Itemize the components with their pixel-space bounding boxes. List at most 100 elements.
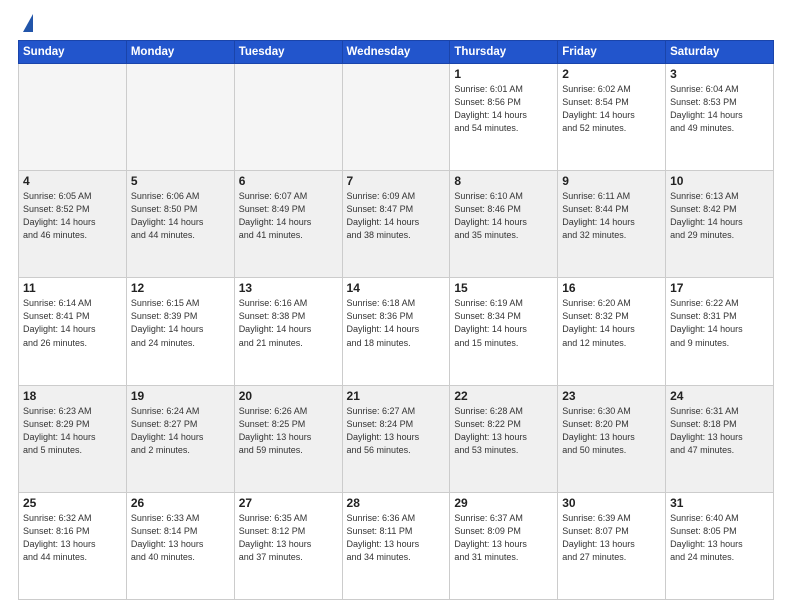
day-number: 4 xyxy=(23,174,122,188)
weekday-header-tuesday: Tuesday xyxy=(234,41,342,64)
calendar-week-5: 25Sunrise: 6:32 AM Sunset: 8:16 PM Dayli… xyxy=(19,492,774,599)
day-number: 26 xyxy=(131,496,230,510)
calendar-cell: 16 Sunrise: 6:20 AM Sunset: 8:32 PM Dayli… xyxy=(558,278,666,385)
calendar-cell xyxy=(126,64,234,171)
calendar-cell: 8 Sunrise: 6:10 AM Sunset: 8:46 PM Daylig… xyxy=(450,171,558,278)
logo xyxy=(18,16,33,32)
day-number: 14 xyxy=(347,281,446,295)
day-info: Sunrise: 6:07 AM Sunset: 8:49 PM Dayligh… xyxy=(239,190,338,242)
day-info: Sunrise: 6:35 AM Sunset: 8:12 PM Dayligh… xyxy=(239,512,338,564)
calendar-cell: 31Sunrise: 6:40 AM Sunset: 8:05 PM Dayli… xyxy=(666,492,774,599)
day-info: Sunrise: 6:18 AM Sunset: 8:36 PM Dayligh… xyxy=(347,297,446,349)
day-info: Sunrise: 6:23 AM Sunset: 8:29 PM Dayligh… xyxy=(23,405,122,457)
calendar-week-1: 1 Sunrise: 6:01 AM Sunset: 8:56 PM Daylig… xyxy=(19,64,774,171)
calendar-cell: 10 Sunrise: 6:13 AM Sunset: 8:42 PM Dayli… xyxy=(666,171,774,278)
day-info: Sunrise: 6:30 AM Sunset: 8:20 PM Dayligh… xyxy=(562,405,661,457)
calendar-cell: 28 Sunrise: 6:36 AM Sunset: 8:11 PM Dayli… xyxy=(342,492,450,599)
calendar-cell xyxy=(19,64,127,171)
day-info: Sunrise: 6:14 AM Sunset: 8:41 PM Dayligh… xyxy=(23,297,122,349)
day-info: Sunrise: 6:27 AM Sunset: 8:24 PM Dayligh… xyxy=(347,405,446,457)
page: SundayMondayTuesdayWednesdayThursdayFrid… xyxy=(0,0,792,612)
day-info: Sunrise: 6:11 AM Sunset: 8:44 PM Dayligh… xyxy=(562,190,661,242)
day-number: 8 xyxy=(454,174,553,188)
calendar-cell: 24 Sunrise: 6:31 AM Sunset: 8:18 PM Dayli… xyxy=(666,385,774,492)
calendar-cell: 12Sunrise: 6:15 AM Sunset: 8:39 PM Dayli… xyxy=(126,278,234,385)
day-number: 20 xyxy=(239,389,338,403)
day-number: 23 xyxy=(562,389,661,403)
day-number: 7 xyxy=(347,174,446,188)
calendar-header-row: SundayMondayTuesdayWednesdayThursdayFrid… xyxy=(19,41,774,64)
day-info: Sunrise: 6:04 AM Sunset: 8:53 PM Dayligh… xyxy=(670,83,769,135)
calendar-table: SundayMondayTuesdayWednesdayThursdayFrid… xyxy=(18,40,774,600)
day-info: Sunrise: 6:01 AM Sunset: 8:56 PM Dayligh… xyxy=(454,83,553,135)
day-number: 17 xyxy=(670,281,769,295)
calendar-cell: 11Sunrise: 6:14 AM Sunset: 8:41 PM Dayli… xyxy=(19,278,127,385)
calendar-cell: 26 Sunrise: 6:33 AM Sunset: 8:14 PM Dayli… xyxy=(126,492,234,599)
day-info: Sunrise: 6:40 AM Sunset: 8:05 PM Dayligh… xyxy=(670,512,769,564)
day-info: Sunrise: 6:16 AM Sunset: 8:38 PM Dayligh… xyxy=(239,297,338,349)
day-number: 27 xyxy=(239,496,338,510)
logo-triangle-icon xyxy=(23,14,33,32)
weekday-header-saturday: Saturday xyxy=(666,41,774,64)
header xyxy=(18,16,774,32)
calendar-cell: 15 Sunrise: 6:19 AM Sunset: 8:34 PM Dayli… xyxy=(450,278,558,385)
day-number: 15 xyxy=(454,281,553,295)
day-number: 28 xyxy=(347,496,446,510)
calendar-week-3: 11Sunrise: 6:14 AM Sunset: 8:41 PM Dayli… xyxy=(19,278,774,385)
day-number: 13 xyxy=(239,281,338,295)
day-info: Sunrise: 6:26 AM Sunset: 8:25 PM Dayligh… xyxy=(239,405,338,457)
day-number: 18 xyxy=(23,389,122,403)
calendar-cell: 3Sunrise: 6:04 AM Sunset: 8:53 PM Daylig… xyxy=(666,64,774,171)
day-number: 25 xyxy=(23,496,122,510)
calendar-cell: 30Sunrise: 6:39 AM Sunset: 8:07 PM Dayli… xyxy=(558,492,666,599)
day-info: Sunrise: 6:36 AM Sunset: 8:11 PM Dayligh… xyxy=(347,512,446,564)
day-number: 1 xyxy=(454,67,553,81)
day-info: Sunrise: 6:20 AM Sunset: 8:32 PM Dayligh… xyxy=(562,297,661,349)
day-info: Sunrise: 6:19 AM Sunset: 8:34 PM Dayligh… xyxy=(454,297,553,349)
calendar-cell: 5Sunrise: 6:06 AM Sunset: 8:50 PM Daylig… xyxy=(126,171,234,278)
weekday-header-wednesday: Wednesday xyxy=(342,41,450,64)
calendar-cell xyxy=(342,64,450,171)
calendar-cell: 20 Sunrise: 6:26 AM Sunset: 8:25 PM Dayli… xyxy=(234,385,342,492)
day-info: Sunrise: 6:39 AM Sunset: 8:07 PM Dayligh… xyxy=(562,512,661,564)
day-info: Sunrise: 6:05 AM Sunset: 8:52 PM Dayligh… xyxy=(23,190,122,242)
calendar-cell: 25Sunrise: 6:32 AM Sunset: 8:16 PM Dayli… xyxy=(19,492,127,599)
calendar-cell: 13 Sunrise: 6:16 AM Sunset: 8:38 PM Dayli… xyxy=(234,278,342,385)
day-info: Sunrise: 6:13 AM Sunset: 8:42 PM Dayligh… xyxy=(670,190,769,242)
calendar-cell: 6 Sunrise: 6:07 AM Sunset: 8:49 PM Daylig… xyxy=(234,171,342,278)
day-info: Sunrise: 6:37 AM Sunset: 8:09 PM Dayligh… xyxy=(454,512,553,564)
calendar-cell: 9 Sunrise: 6:11 AM Sunset: 8:44 PM Daylig… xyxy=(558,171,666,278)
calendar-week-2: 4 Sunrise: 6:05 AM Sunset: 8:52 PM Daylig… xyxy=(19,171,774,278)
day-info: Sunrise: 6:33 AM Sunset: 8:14 PM Dayligh… xyxy=(131,512,230,564)
calendar-cell: 7 Sunrise: 6:09 AM Sunset: 8:47 PM Daylig… xyxy=(342,171,450,278)
calendar-cell: 23 Sunrise: 6:30 AM Sunset: 8:20 PM Dayli… xyxy=(558,385,666,492)
calendar-cell: 29Sunrise: 6:37 AM Sunset: 8:09 PM Dayli… xyxy=(450,492,558,599)
day-info: Sunrise: 6:31 AM Sunset: 8:18 PM Dayligh… xyxy=(670,405,769,457)
day-number: 2 xyxy=(562,67,661,81)
calendar-cell: 19 Sunrise: 6:24 AM Sunset: 8:27 PM Dayli… xyxy=(126,385,234,492)
weekday-header-friday: Friday xyxy=(558,41,666,64)
day-number: 19 xyxy=(131,389,230,403)
day-number: 21 xyxy=(347,389,446,403)
day-info: Sunrise: 6:10 AM Sunset: 8:46 PM Dayligh… xyxy=(454,190,553,242)
calendar-cell: 27 Sunrise: 6:35 AM Sunset: 8:12 PM Dayli… xyxy=(234,492,342,599)
calendar-cell: 21 Sunrise: 6:27 AM Sunset: 8:24 PM Dayli… xyxy=(342,385,450,492)
day-number: 22 xyxy=(454,389,553,403)
calendar-cell: 2 Sunrise: 6:02 AM Sunset: 8:54 PM Daylig… xyxy=(558,64,666,171)
calendar-cell: 1 Sunrise: 6:01 AM Sunset: 8:56 PM Daylig… xyxy=(450,64,558,171)
calendar-cell: 4 Sunrise: 6:05 AM Sunset: 8:52 PM Daylig… xyxy=(19,171,127,278)
day-number: 24 xyxy=(670,389,769,403)
day-number: 12 xyxy=(131,281,230,295)
calendar-cell: 14 Sunrise: 6:18 AM Sunset: 8:36 PM Dayli… xyxy=(342,278,450,385)
day-info: Sunrise: 6:09 AM Sunset: 8:47 PM Dayligh… xyxy=(347,190,446,242)
day-info: Sunrise: 6:24 AM Sunset: 8:27 PM Dayligh… xyxy=(131,405,230,457)
day-number: 10 xyxy=(670,174,769,188)
day-number: 9 xyxy=(562,174,661,188)
day-number: 6 xyxy=(239,174,338,188)
day-info: Sunrise: 6:22 AM Sunset: 8:31 PM Dayligh… xyxy=(670,297,769,349)
day-info: Sunrise: 6:02 AM Sunset: 8:54 PM Dayligh… xyxy=(562,83,661,135)
day-info: Sunrise: 6:06 AM Sunset: 8:50 PM Dayligh… xyxy=(131,190,230,242)
calendar-cell xyxy=(234,64,342,171)
weekday-header-monday: Monday xyxy=(126,41,234,64)
day-number: 16 xyxy=(562,281,661,295)
